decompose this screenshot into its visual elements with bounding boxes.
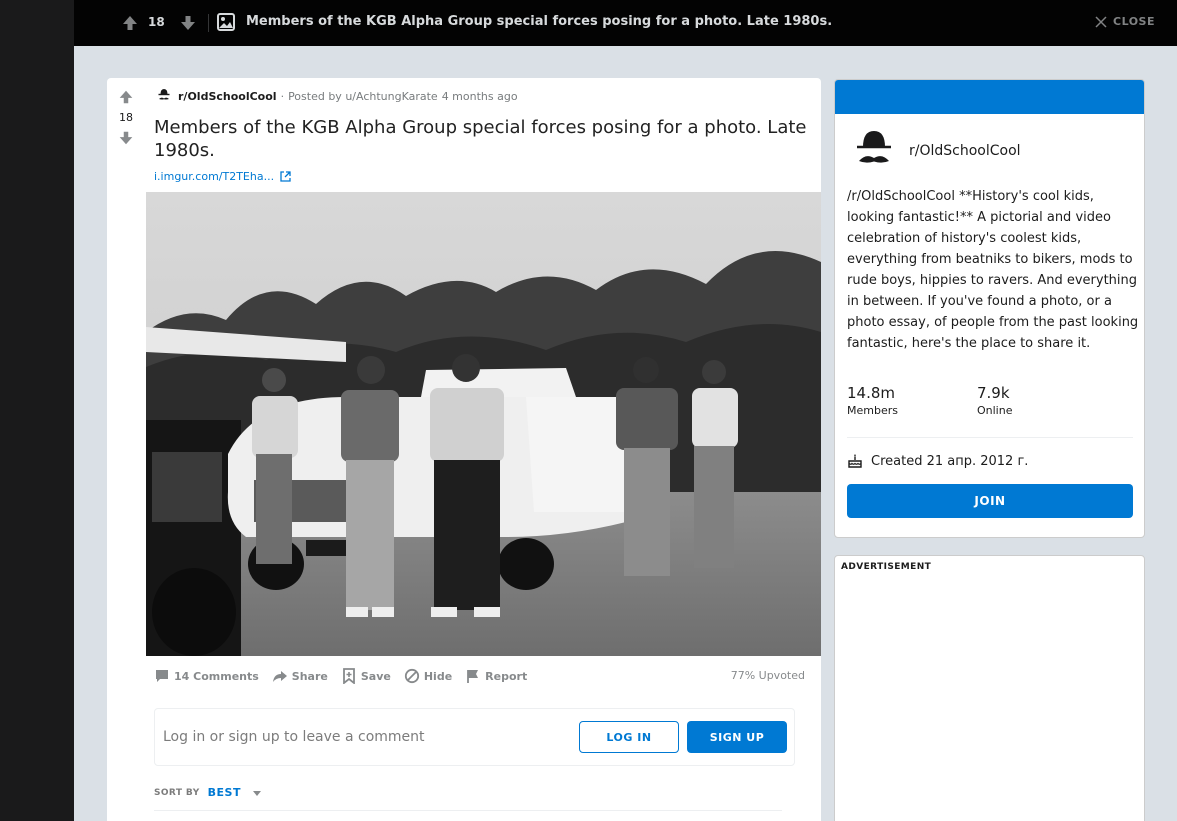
close-label: CLOSE: [1113, 15, 1155, 28]
sidebar-subreddit-name[interactable]: r/OldSchoolCool: [909, 143, 1021, 159]
report-button[interactable]: Report: [465, 668, 527, 684]
online-label: Online: [977, 404, 1013, 417]
subreddit-avatar[interactable]: [847, 125, 901, 179]
cake-icon: [848, 454, 862, 468]
post-card: 18 r/OldSchoolCool · Posted by u/Achtung…: [107, 78, 821, 821]
advertisement-label: ADVERTISEMENT: [841, 562, 932, 572]
report-label: Report: [485, 669, 528, 683]
subreddit-icon[interactable]: [154, 86, 174, 106]
subreddit-link[interactable]: r/OldSchoolCool: [178, 90, 277, 103]
post-time: 4 months ago: [441, 89, 518, 103]
upvote-ratio: 77% Upvoted: [730, 669, 805, 682]
left-backdrop: [0, 0, 74, 821]
sort-selector[interactable]: SORT BY BEST: [154, 786, 263, 799]
divider: [154, 810, 782, 811]
sort-value: BEST: [207, 786, 241, 799]
share-label: Share: [291, 669, 328, 683]
hide-icon: [404, 668, 419, 684]
share-icon: [272, 671, 287, 682]
created-text: Created 21 апр. 2012 г.: [871, 453, 1029, 469]
external-link-icon: [280, 171, 291, 182]
advertisement-panel: ADVERTISEMENT: [834, 555, 1145, 821]
divider: [847, 437, 1133, 438]
upvote-icon[interactable]: [120, 13, 140, 33]
join-button[interactable]: JOIN: [847, 484, 1133, 518]
login-button[interactable]: LOG IN: [579, 721, 679, 753]
save-icon: [342, 668, 355, 684]
online-count: 7.9k: [977, 384, 1010, 402]
chevron-down-icon: [252, 790, 261, 796]
close-button[interactable]: CLOSE: [1095, 15, 1155, 28]
comments-label: 14 Comments: [174, 669, 259, 683]
comment-login-box: Log in or sign up to leave a comment LOG…: [154, 708, 795, 766]
members-stat: 14.8m Members: [847, 384, 898, 417]
topbar-divider: [208, 14, 209, 32]
members-count: 14.8m: [847, 384, 896, 402]
topbar-title: Members of the KGB Alpha Group special f…: [246, 14, 833, 29]
members-label: Members: [847, 404, 898, 417]
signup-button[interactable]: SIGN UP: [687, 721, 787, 753]
share-button[interactable]: Share: [272, 668, 328, 684]
hide-button[interactable]: Hide: [404, 668, 452, 684]
sidebar-description: /r/OldSchoolCool **History's cool kids, …: [847, 189, 1139, 351]
save-button[interactable]: Save: [341, 668, 391, 684]
comments-button[interactable]: 14 Comments: [154, 668, 259, 684]
post-image[interactable]: [146, 192, 821, 656]
post-title: Members of the KGB Alpha Group special f…: [154, 117, 807, 161]
close-icon: [1095, 15, 1107, 28]
post-meta: r/OldSchoolCool · Posted by u/AchtungKar…: [154, 86, 518, 106]
downvote-icon[interactable]: [178, 13, 198, 33]
hide-label: Hide: [423, 669, 453, 683]
report-icon: [467, 670, 479, 683]
external-link-text: i.imgur.com/T2TEha...: [154, 170, 275, 183]
post-actions: 14 Comments Share Save Hide Report: [154, 667, 540, 685]
sort-label: SORT BY: [154, 787, 200, 798]
external-link[interactable]: i.imgur.com/T2TEha...: [154, 170, 291, 183]
sidebar-banner: [835, 80, 1144, 114]
topbar-score: 18: [148, 15, 165, 29]
post-score: 18: [119, 111, 133, 124]
created-date: Created 21 апр. 2012 г.: [847, 453, 1028, 469]
comment-icon: [156, 670, 168, 682]
save-label: Save: [360, 669, 391, 683]
image-icon: [217, 13, 235, 31]
post-topbar: 18 Members of the KGB Alpha Group specia…: [74, 0, 1177, 46]
meta-separator: ·: [280, 89, 285, 103]
downvote-icon[interactable]: [117, 129, 135, 147]
comment-prompt: Log in or sign up to leave a comment: [163, 729, 425, 745]
online-stat: 7.9k Online: [977, 384, 1012, 417]
subreddit-sidebar: r/OldSchoolCool /r/OldSchoolCool **Histo…: [834, 79, 1145, 538]
posted-by[interactable]: Posted by u/AchtungKarate: [288, 90, 438, 103]
photo-scene: [146, 192, 821, 656]
upvote-icon[interactable]: [117, 88, 135, 106]
